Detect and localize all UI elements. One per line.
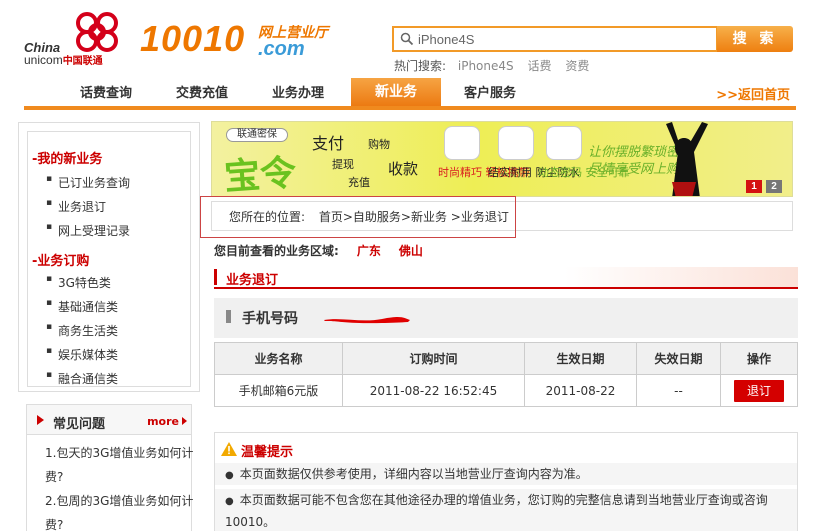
banner-word: 提现 [332,158,354,171]
redacted-phone-mark [324,317,410,324]
region-label: 您目前查看的业务区域: [214,244,339,258]
warning-icon [221,442,237,456]
arrow-right-icon [37,415,44,425]
nav-item-business[interactable]: 业务办理 [272,82,324,101]
breadcrumb-label: 您所在的位置: [229,210,306,224]
section-title: 业务退订 [226,273,279,288]
cell-effective-date: 2011-08-22 [524,374,637,407]
breadcrumb-path[interactable]: 首页>自助服务>新业务 >业务退订 [319,210,509,224]
section-marker [214,269,217,285]
sidebar-item-online-records[interactable]: 网上受理记录 [46,222,130,239]
faq-question-link[interactable]: 1.包天的3G增值业务如何计费? [45,441,195,489]
sidebar-item-3g[interactable]: 3G特色类 [46,274,111,291]
search-box [392,26,718,52]
region-province[interactable]: 广东 [357,244,381,258]
cell-expire-date: -- [636,374,721,407]
tips-panel: 温馨提示 ● 本页面数据仅供参考使用，详细内容以当地营业厅查询内容为准。 ● 本页面… [214,432,798,531]
region-info: 您目前查看的业务区域: 广东 佛山 [214,242,423,259]
tips-title: 温馨提示 [241,445,294,460]
sidebar-section-subscribe[interactable]: -业务订购 [32,250,89,269]
phone-marker [226,310,231,323]
cell-service-name: 手机邮箱6元版 [214,374,343,407]
hot-search: 热门搜索: iPhone4S 话费 资费 [394,57,599,74]
promo-banner[interactable]: 联通密保 宝令 支付 购物 提现 充值 收款 时尚精巧 轻松携带 结实耐用 防尘… [211,121,793,197]
section-header: 业务退订 [214,267,798,289]
cell-order-time: 2011-08-22 16:52:45 [342,374,525,407]
sidebar-item-converged[interactable]: 融合通信类 [46,370,118,387]
region-city[interactable]: 佛山 [399,244,423,258]
sidebar-item-subscribed-query[interactable]: 已订业务查询 [46,174,130,191]
sidebar-section-my-business[interactable]: -我的新业务 [32,148,102,167]
table-row: 手机邮箱6元版 2011-08-22 16:52:45 2011-08-22 -… [214,374,798,407]
nav-divider [24,106,796,110]
cell-action: 退订 [720,374,798,407]
sidebar-item-business-life[interactable]: 商务生活类 [46,322,118,339]
banner-word: 支付 [312,134,345,153]
tips-header: 温馨提示 [215,433,797,461]
hot-term-link[interactable]: 话费 [527,59,551,73]
hot-term-link[interactable]: iPhone4S [458,59,514,73]
faq-panel: 常见问题 more 1.包天的3G增值业务如何计费? 2.包周的3G增值业务如何… [26,404,195,531]
shield-lock-icon [546,126,582,160]
sidebar-menu: -我的新业务 已订业务查询 业务退订 网上受理记录 -业务订购 3G特色类 基础… [27,131,191,387]
sidebar-item-entertainment[interactable]: 娱乐媒体类 [46,346,118,363]
faq-title: 常见问题 [53,417,106,432]
column-header: 失效日期 [636,342,721,375]
phone-label: 手机号码 [242,311,298,327]
nav-item-recharge[interactable]: 交费充值 [176,82,228,101]
phone-number-row: 手机号码 [214,298,798,338]
faq-more-link[interactable]: more [147,415,187,428]
column-header: 业务名称 [214,342,343,375]
sidebar: -我的新业务 已订业务查询 业务退订 网上受理记录 -业务订购 3G特色类 基础… [18,122,200,392]
search-input[interactable] [418,30,708,48]
unicom-logo[interactable]: China unicom中国联通 [22,10,132,68]
search-icon [400,32,414,46]
tip-line: ● 本页面数据可能不包含您在其他途径办理的增值业务，您订购的完整信息请到当地营业厅… [215,489,797,531]
banner-word: 充值 [348,176,370,189]
nav-item-bill-query[interactable]: 话费查询 [80,82,132,101]
back-home-link[interactable]: >>返回首页 [716,84,790,103]
banner-page-indicator[interactable]: 2 [766,180,782,193]
faq-header: 常见问题 more [27,405,191,435]
table-header-row: 业务名称 订购时间 生效日期 失效日期 操作 [214,342,798,375]
china-knot-icon [76,12,118,52]
nav-item-new-business[interactable]: 新业务 [351,78,441,106]
cheering-person-icon [666,122,708,196]
brand-number: 10010 [140,18,246,59]
column-header: 生效日期 [524,342,637,375]
column-header: 操作 [720,342,798,375]
logo-unicom-text: unicom中国联通 [24,53,103,67]
column-header: 订购时间 [342,342,525,375]
brand-domain: .com [258,38,305,60]
subscription-table: 业务名称 订购时间 生效日期 失效日期 操作 手机邮箱6元版 2011-08-2… [214,342,798,407]
sidebar-item-unsubscribe[interactable]: 业务退订 [46,198,106,215]
main-nav: 话费查询 交费充值 业务办理 新业务 客户服务 >>返回首页 [24,78,796,106]
sidebar-item-basic-comm[interactable]: 基础通信类 [46,298,118,315]
hot-term-link[interactable]: 资费 [565,59,589,73]
unsubscribe-button[interactable]: 退订 [734,379,784,402]
banner-word: 购物 [368,138,390,151]
token-card-icon [498,126,534,160]
faq-question-link[interactable]: 2.包周的3G增值业务如何计费? [45,489,195,531]
banner-logo: 联通密保 [226,128,288,142]
tip-line: ● 本页面数据仅供参考使用，详细内容以当地营业厅查询内容为准。 [215,463,797,485]
breadcrumb: 您所在的位置: 首页>自助服务>新业务 >业务退订 [229,208,509,225]
hot-search-label: 热门搜索: [394,59,447,73]
banner-page-indicator[interactable]: 1 [746,180,762,193]
banner-word: 收款 [388,160,419,178]
token-device-icon [444,126,480,160]
search-button[interactable]: 搜 索 [717,26,793,52]
nav-item-customer-service[interactable]: 客户服务 [464,82,516,101]
banner-title: 宝令 [222,152,298,197]
